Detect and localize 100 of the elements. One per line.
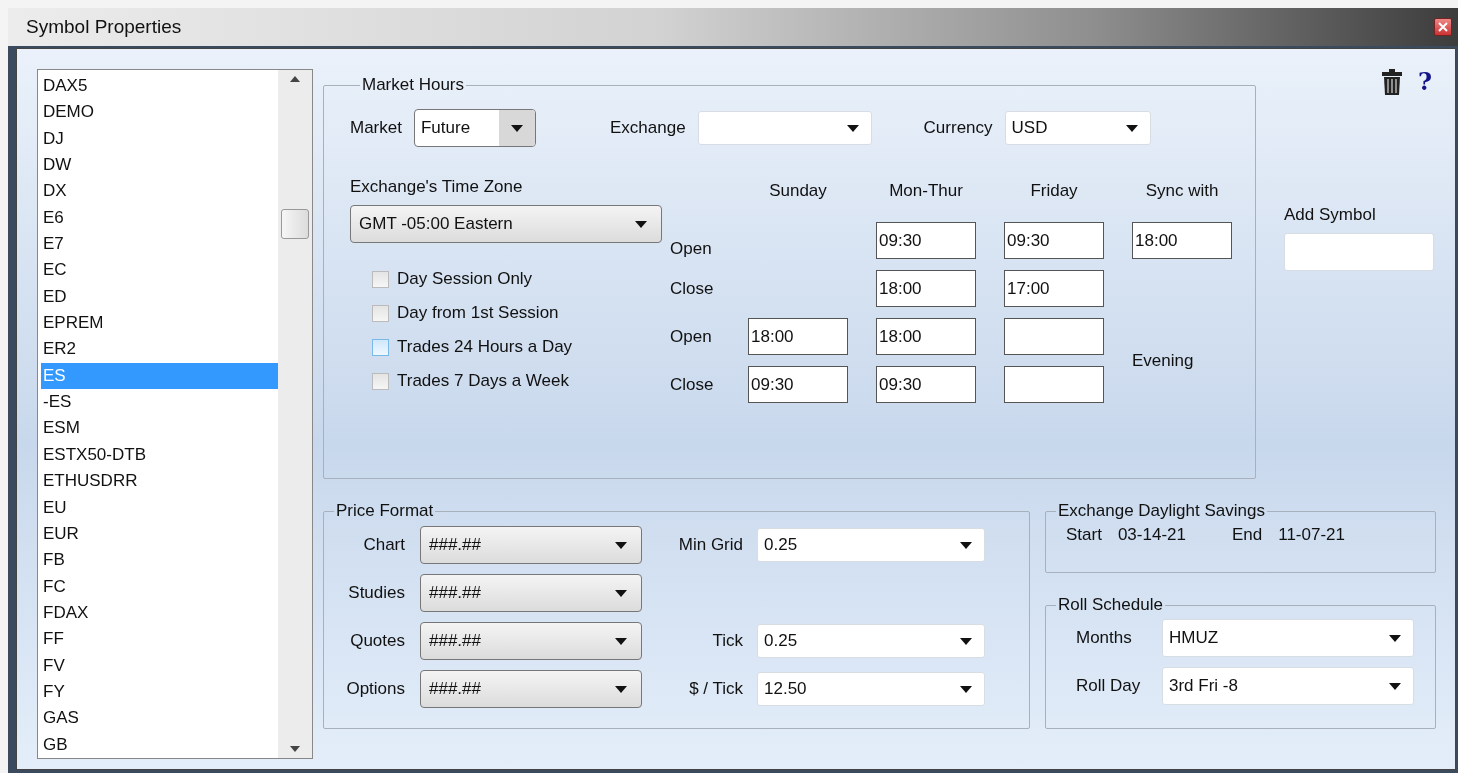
dropdown[interactable]: 3rd Fri -8 bbox=[1162, 667, 1414, 705]
dropdown[interactable]: USD bbox=[1004, 111, 1151, 145]
checkbox-option[interactable]: Trades 7 Days a Week bbox=[372, 371, 662, 391]
dropdown[interactable]: 12.50 bbox=[757, 672, 985, 706]
row-label: Open bbox=[670, 326, 713, 347]
checkbox-option[interactable]: Day from 1st Session bbox=[372, 303, 662, 323]
symbol-list-item[interactable]: ETHUSDRR bbox=[41, 468, 278, 495]
symbol-list-item[interactable]: EU bbox=[41, 494, 278, 521]
symbol-list-item[interactable]: GAS bbox=[41, 705, 278, 732]
symbol-list-item[interactable]: FDAX bbox=[41, 599, 278, 627]
time-field[interactable] bbox=[1004, 318, 1104, 355]
row-label: Close bbox=[670, 374, 715, 395]
dropdown[interactable]: HMUZ bbox=[1162, 619, 1414, 657]
field-label: Roll Day bbox=[1076, 676, 1142, 696]
row-label: Open bbox=[670, 239, 713, 259]
time-field[interactable]: 18:00 bbox=[1132, 222, 1232, 259]
checkbox[interactable] bbox=[372, 372, 389, 390]
time-field[interactable]: 09:30 bbox=[1004, 222, 1104, 259]
scroll-up-icon[interactable] bbox=[290, 76, 300, 82]
time-field[interactable]: 09:30 bbox=[876, 366, 976, 403]
trash-icon[interactable] bbox=[1381, 69, 1402, 95]
checkbox[interactable] bbox=[372, 304, 389, 322]
dropdown-arrow-icon bbox=[1125, 124, 1138, 132]
dropdown-arrow-icon bbox=[846, 124, 859, 132]
dropdown[interactable]: 0.25 bbox=[757, 624, 985, 658]
time-field[interactable]: 17:00 bbox=[1004, 270, 1104, 307]
dropdown-arrow-icon bbox=[615, 589, 627, 597]
time-field[interactable]: 18:00 bbox=[748, 318, 848, 355]
symbol-list-item[interactable]: DEMO bbox=[41, 99, 278, 126]
help-button[interactable]: ? bbox=[1417, 70, 1432, 94]
close-button[interactable] bbox=[1434, 18, 1452, 36]
field-label: Studies bbox=[347, 583, 406, 603]
field-label: Options bbox=[345, 679, 406, 699]
dropdown[interactable] bbox=[697, 111, 872, 145]
symbol-list-item[interactable]: ER2 bbox=[41, 336, 278, 363]
symbol-list-item[interactable]: DJ bbox=[41, 125, 278, 153]
format-dropdown[interactable]: ###.## bbox=[420, 574, 642, 612]
row-label: Close bbox=[670, 278, 715, 299]
dropdown-arrow-icon bbox=[1389, 682, 1401, 690]
checkbox[interactable] bbox=[372, 270, 389, 288]
symbol-list-item[interactable]: E7 bbox=[41, 231, 278, 258]
dropdown[interactable]: 0.25 bbox=[757, 528, 985, 562]
symbol-list-item[interactable]: E6 bbox=[41, 204, 278, 232]
format-dropdown[interactable]: ###.## bbox=[420, 526, 642, 564]
symbol-list-item[interactable]: EUR bbox=[41, 520, 278, 548]
market-dropdown[interactable]: Future bbox=[413, 109, 536, 147]
time-field[interactable]: 18:00 bbox=[876, 270, 976, 307]
time-field[interactable]: 09:30 bbox=[748, 366, 848, 403]
checkbox-option[interactable]: Day Session Only bbox=[372, 269, 662, 289]
group-title: Exchange Daylight Savings bbox=[1057, 501, 1266, 521]
dropdown-arrow-icon bbox=[635, 220, 647, 228]
field-label: $ / Tick bbox=[688, 679, 744, 699]
checkbox-option[interactable]: Trades 24 Hours a Day bbox=[372, 337, 662, 357]
dropdown-arrow-icon bbox=[960, 541, 972, 549]
group-title: Price Format bbox=[335, 501, 435, 521]
format-dropdown[interactable]: ###.## bbox=[420, 622, 642, 660]
symbol-list-item[interactable]: -ES bbox=[41, 389, 278, 416]
symbol-list-item[interactable]: EPREM bbox=[41, 310, 278, 337]
field-label: Currency bbox=[923, 118, 993, 138]
symbol-list-item[interactable]: FB bbox=[41, 547, 278, 574]
field-label: Quotes bbox=[349, 631, 406, 651]
symbol-list-item[interactable]: DAX5 bbox=[41, 73, 278, 100]
symbol-list-item[interactable]: DW bbox=[41, 152, 278, 179]
symbol-list-item[interactable]: EC bbox=[41, 257, 278, 284]
format-dropdown[interactable]: ###.## bbox=[420, 670, 642, 708]
time-zone-dropdown[interactable]: GMT -05:00 Eastern bbox=[350, 205, 662, 243]
symbol-list-item[interactable]: GB bbox=[41, 731, 278, 758]
session-label: Evening bbox=[1132, 350, 1195, 371]
symbol-list-item[interactable]: DX bbox=[41, 178, 278, 205]
group-title: Roll Schedule bbox=[1057, 595, 1164, 615]
time-field[interactable] bbox=[1004, 366, 1104, 403]
window-title: Symbol Properties bbox=[26, 16, 182, 38]
symbol-list-item[interactable]: ESM bbox=[41, 415, 278, 442]
group-title: Market Hours bbox=[361, 75, 466, 95]
column-header: Sync with bbox=[1144, 181, 1220, 201]
scrollbar[interactable] bbox=[278, 70, 312, 758]
symbol-list-item[interactable]: FF bbox=[41, 626, 278, 653]
symbol-list-item[interactable]: FC bbox=[41, 573, 278, 600]
dropdown-arrow-icon bbox=[615, 541, 627, 549]
field-label: Exchange's Time Zone bbox=[350, 177, 524, 197]
close-icon bbox=[1438, 22, 1448, 32]
date-value: 03-14-21 bbox=[1117, 525, 1186, 545]
scroll-down-icon[interactable] bbox=[290, 746, 300, 752]
field-label: Start bbox=[1066, 525, 1102, 545]
dropdown-arrow-icon bbox=[510, 124, 523, 132]
symbol-list-item[interactable]: FV bbox=[41, 652, 278, 679]
scroll-thumb[interactable] bbox=[281, 209, 309, 239]
field-label: Chart bbox=[362, 535, 406, 555]
time-field[interactable]: 09:30 bbox=[876, 222, 976, 259]
add-symbol-field[interactable] bbox=[1284, 233, 1434, 271]
symbol-list-item[interactable]: ED bbox=[41, 283, 278, 311]
time-field[interactable]: 18:00 bbox=[876, 318, 976, 355]
field-label: Months bbox=[1076, 628, 1133, 648]
field-label: Min Grid bbox=[677, 535, 744, 555]
symbol-list-item[interactable]: ESTX50-DTB bbox=[41, 441, 278, 469]
dropdown-arrow-icon bbox=[1389, 634, 1401, 642]
field-label: Exchange bbox=[609, 118, 686, 138]
dropdown-arrow-icon bbox=[960, 637, 972, 645]
symbol-list-item[interactable]: FY bbox=[41, 678, 278, 706]
checkbox[interactable] bbox=[372, 338, 389, 356]
